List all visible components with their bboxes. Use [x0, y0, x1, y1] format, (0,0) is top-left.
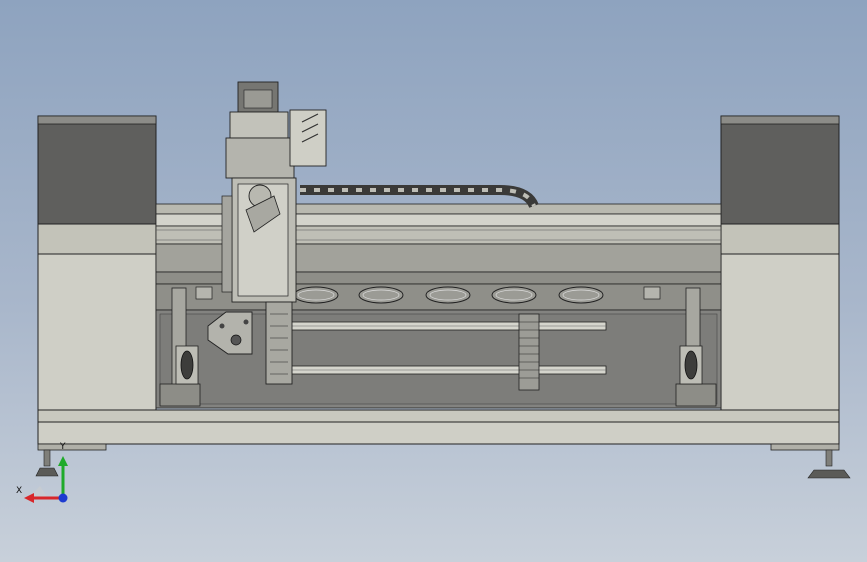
left-end-tower: [37, 115, 157, 413]
machine-base: [37, 409, 840, 451]
x-axis-label: X: [16, 486, 23, 496]
y-axis-label: Y: [60, 442, 66, 452]
right-end-tower: [720, 115, 840, 413]
rail-carriage: [518, 313, 540, 391]
cad-model-viewport[interactable]: [0, 0, 867, 562]
leveling-foot-right: [807, 449, 851, 479]
coordinate-triad: Y X: [14, 440, 84, 510]
triad-arrows: [24, 456, 68, 503]
